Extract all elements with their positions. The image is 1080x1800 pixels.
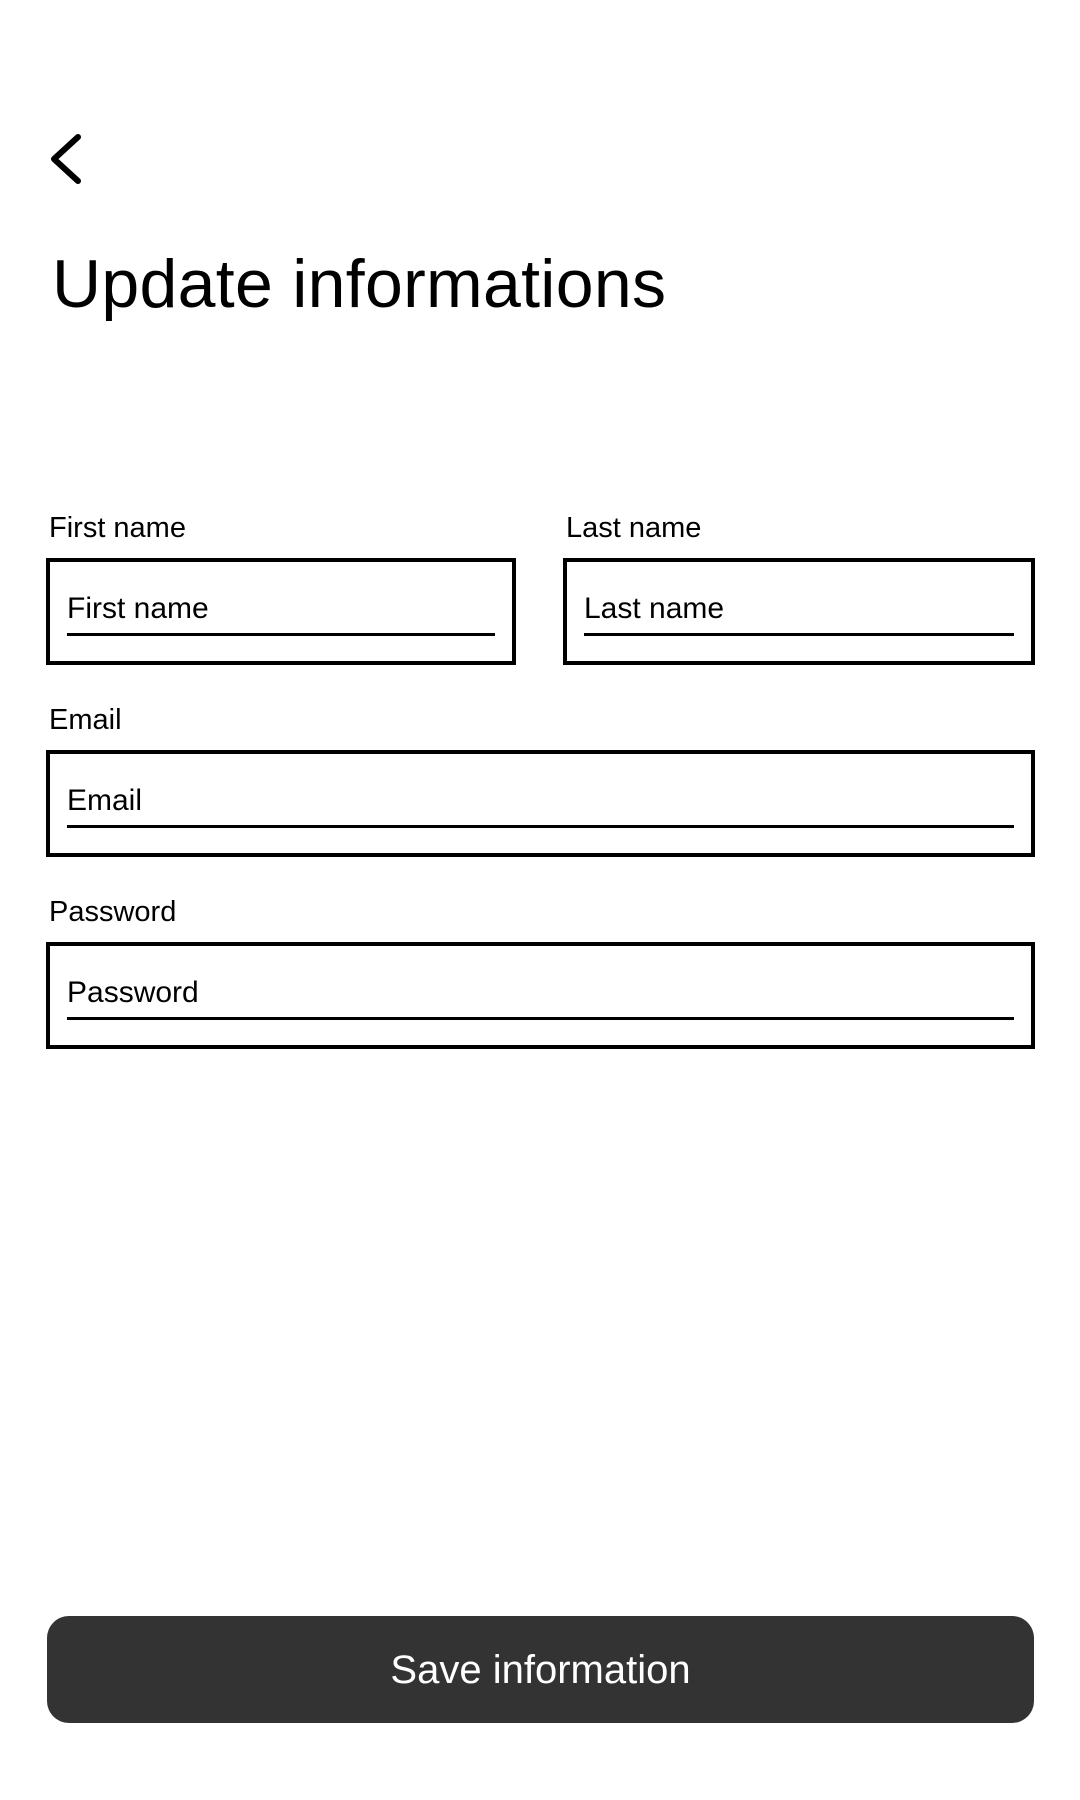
password-field <box>46 942 1035 1049</box>
back-button[interactable] <box>46 124 110 194</box>
first-name-input[interactable] <box>67 592 495 636</box>
email-input[interactable] <box>67 784 1014 828</box>
chevron-left-icon <box>46 133 86 185</box>
email-field <box>46 750 1035 857</box>
save-information-button[interactable]: Save information <box>47 1616 1034 1723</box>
first-name-field <box>46 558 516 665</box>
page-title: Update informations <box>52 246 667 322</box>
password-input[interactable] <box>67 976 1014 1020</box>
first-name-label: First name <box>49 512 186 544</box>
last-name-field <box>563 558 1035 665</box>
email-label: Email <box>49 704 122 736</box>
password-label: Password <box>49 896 177 928</box>
last-name-input[interactable] <box>584 592 1014 636</box>
last-name-label: Last name <box>566 512 702 544</box>
